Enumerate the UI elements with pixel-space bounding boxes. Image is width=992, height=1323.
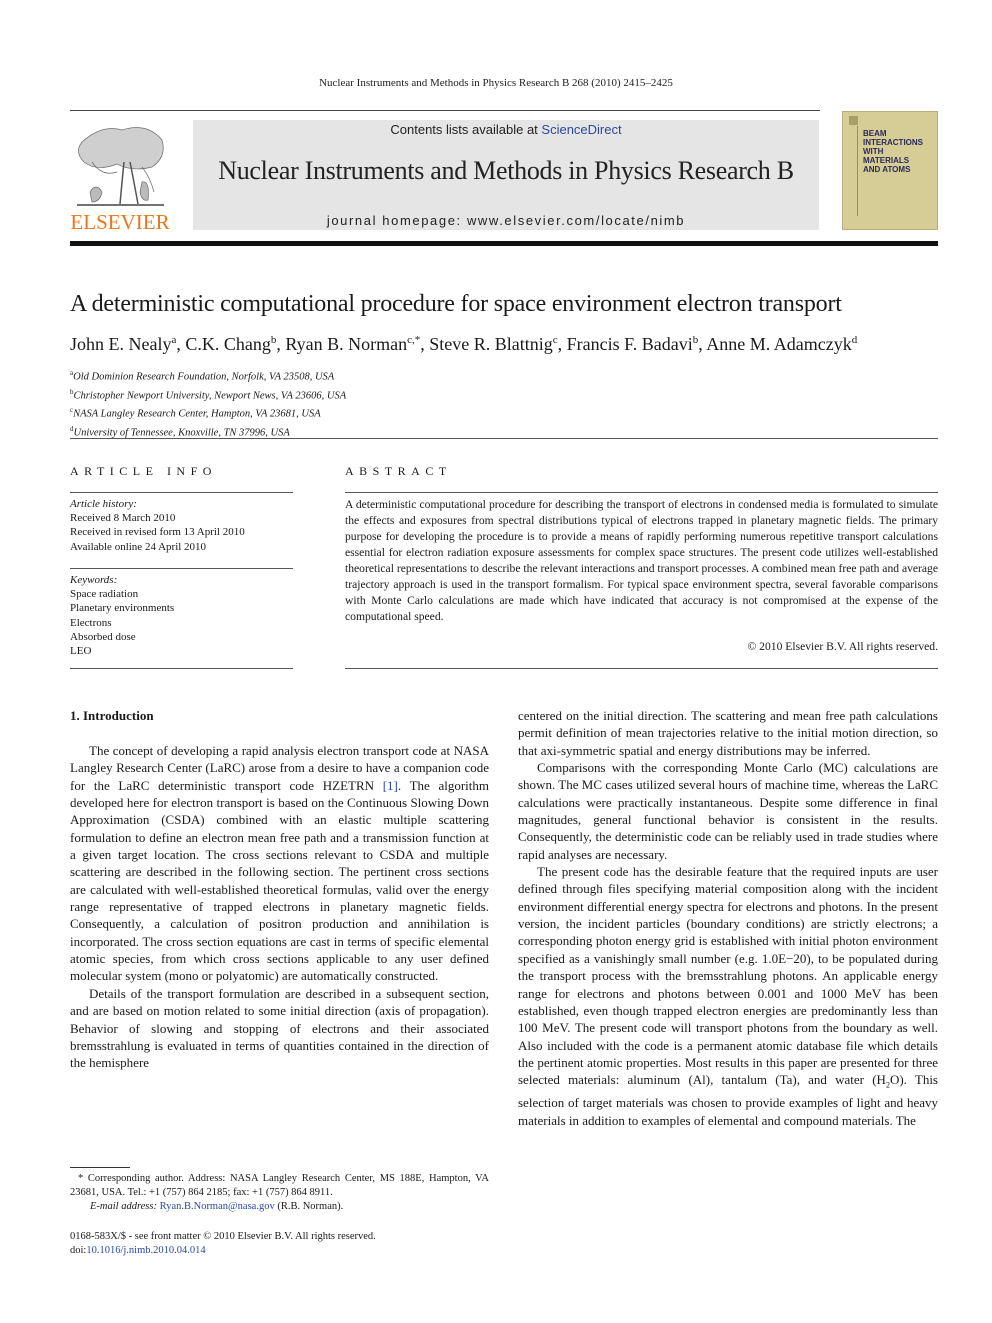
abstract-bottom-rule <box>345 668 938 669</box>
elsevier-wordmark: ELSEVIER <box>70 210 170 234</box>
paragraph: Details of the transport formulation are… <box>70 985 489 1071</box>
contents-prefix: Contents lists available at <box>390 122 542 137</box>
author-name: C.K. Chang <box>185 334 271 354</box>
section-heading-introduction: 1. Introduction <box>70 708 154 723</box>
section-divider <box>70 438 938 439</box>
reference-link[interactable]: [1] <box>383 778 398 793</box>
header-rule <box>70 110 820 111</box>
sciencedirect-link[interactable]: ScienceDirect <box>541 122 621 137</box>
affiliation-item: cNASA Langley Research Center, Hampton, … <box>70 406 321 420</box>
keyword-item: Absorbed dose <box>70 630 136 643</box>
article-info-heading: ARTICLE INFO <box>70 464 217 478</box>
author-affiliation-mark[interactable]: b <box>693 334 699 346</box>
paragraph: Comparisons with the corresponding Monte… <box>518 760 938 862</box>
corresponding-author-footnote: * Corresponding author. Address: NASA La… <box>70 1172 489 1214</box>
history-item: Received in revised form 13 April 2010 <box>70 526 245 539</box>
article-title: A deterministic computational procedure … <box>70 291 842 317</box>
doi-line: doi:10.1016/j.nimb.2010.04.014 <box>70 1245 206 1256</box>
keywords-label: Keywords: <box>70 574 118 586</box>
keyword-item: LEO <box>70 645 92 658</box>
affiliations: aOld Dominion Research Foundation, Norfo… <box>70 366 346 441</box>
article-history-label: Article history: <box>70 498 137 510</box>
cover-spine-line <box>857 126 858 216</box>
abstract-copyright: © 2010 Elsevier B.V. All rights reserved… <box>747 640 938 653</box>
author-name: Steve R. Blattnig <box>429 334 553 354</box>
history-item: Available online 24 April 2010 <box>70 540 207 553</box>
article-info-rule <box>70 492 293 493</box>
footnote-rule <box>70 1167 130 1168</box>
author-name: John E. Nealy <box>70 334 172 354</box>
email-line: E-mail address: Ryan.B.Norman@nasa.gov (… <box>90 1201 344 1212</box>
keyword-item: Space radiation <box>70 588 139 601</box>
doi-link[interactable]: 10.1016/j.nimb.2010.04.014 <box>86 1245 205 1256</box>
abstract-text: A deterministic computational procedure … <box>345 498 938 623</box>
email-link[interactable]: Ryan.B.Norman@nasa.gov <box>160 1201 275 1212</box>
author-list: John E. Nealya, C.K. Changb, Ryan B. Nor… <box>70 334 858 354</box>
author-affiliation-mark[interactable]: d <box>852 334 858 346</box>
abstract-heading: ABSTRACT <box>345 464 452 478</box>
author-name: Francis F. Badavi <box>566 334 693 354</box>
history-item: Received 8 March 2010 <box>70 512 176 525</box>
journal-banner: Contents lists available at ScienceDirec… <box>193 120 819 230</box>
elsevier-tree-icon <box>77 127 164 206</box>
left-column: The concept of developing a rapid analys… <box>70 742 489 1072</box>
author-affiliation-mark[interactable]: b <box>271 334 277 346</box>
issn-line: 0168-583X/$ - see front matter © 2010 El… <box>70 1231 376 1242</box>
affiliation-item: aOld Dominion Research Foundation, Norfo… <box>70 369 335 383</box>
author-affiliation-mark[interactable]: c <box>553 334 558 346</box>
keywords-rule <box>70 568 293 569</box>
keyword-item: Planetary environments <box>70 602 175 615</box>
journal-title: Nuclear Instruments and Methods in Physi… <box>218 156 794 185</box>
paragraph: The present code has the desirable featu… <box>518 864 938 1128</box>
front-matter: 0168-583X/$ - see front matter © 2010 El… <box>70 1230 376 1258</box>
right-column: centered on the initial direction. The s… <box>518 707 938 1129</box>
affiliation-item: bChristopher Newport University, Newport… <box>70 387 347 402</box>
corresponding-author-note: * Corresponding author. Address: NASA La… <box>70 1173 489 1198</box>
cover-title: BEAM INTERACTIONS WITH MATERIALS AND ATO… <box>863 129 923 174</box>
author-name: Anne M. Adamczyk <box>706 334 852 354</box>
abstract-rule <box>345 492 938 493</box>
article-history: Article history: Received 8 March 2010 R… <box>70 497 245 554</box>
cover-publisher-icon <box>849 116 858 125</box>
paragraph: centered on the initial direction. The s… <box>518 708 938 758</box>
author-name: Ryan B. Norman <box>285 334 408 354</box>
header-thick-rule <box>70 241 938 246</box>
article-info-bottom-rule <box>70 668 293 669</box>
keyword-item: Electrons <box>70 616 112 629</box>
running-head: Nuclear Instruments and Methods in Physi… <box>319 77 673 89</box>
journal-cover-image[interactable]: BEAM INTERACTIONS WITH MATERIALS AND ATO… <box>842 111 938 230</box>
elsevier-logo[interactable]: ELSEVIER <box>70 118 170 234</box>
author-affiliation-mark[interactable]: a <box>171 334 176 346</box>
author-affiliation-mark[interactable]: c,* <box>407 334 420 346</box>
paragraph: The concept of developing a rapid analys… <box>70 743 489 984</box>
contents-line: Contents lists available at ScienceDirec… <box>193 122 819 137</box>
keywords-list: Keywords: Space radiation Planetary envi… <box>70 573 174 658</box>
journal-homepage-link[interactable]: journal homepage: www.elsevier.com/locat… <box>193 213 819 228</box>
